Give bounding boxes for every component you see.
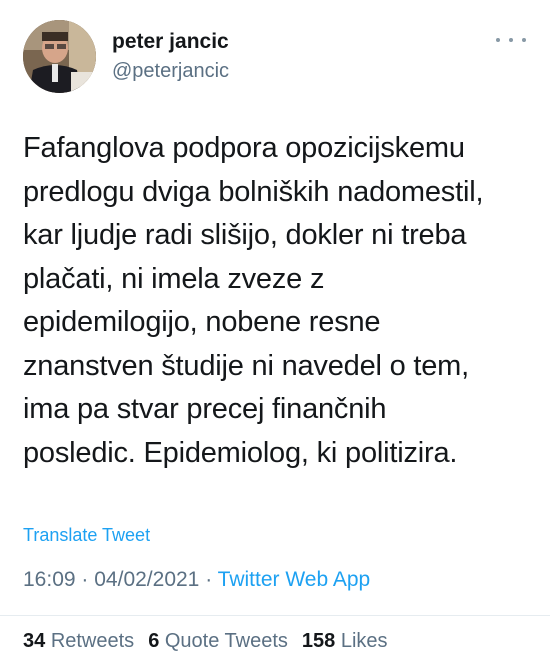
tweet-stats: 34 Retweets 6 Quote Tweets 158 Likes xyxy=(23,630,388,653)
more-dot xyxy=(522,38,526,42)
avatar-photo xyxy=(23,20,96,93)
more-dot xyxy=(509,38,513,42)
tweet-text: Fafanglova podpora opozicijskemu predlog… xyxy=(23,132,484,469)
user-handle[interactable]: @peterjancic xyxy=(112,60,229,83)
likes-stat[interactable]: 158 Likes xyxy=(302,630,388,653)
meta-separator: · xyxy=(81,568,89,591)
tweet-date[interactable]: 04/02/2021 xyxy=(94,568,199,591)
tweet-source-link[interactable]: Twitter Web App xyxy=(218,568,371,591)
retweets-label: Retweets xyxy=(50,630,135,652)
translate-tweet-link[interactable]: Translate Tweet xyxy=(23,525,150,546)
tweet-meta: 16:09 · 04/02/2021 · Twitter Web App xyxy=(23,568,370,592)
likes-label: Likes xyxy=(340,630,388,652)
quote-tweets-stat[interactable]: 6 Quote Tweets xyxy=(148,630,288,653)
likes-count: 158 xyxy=(301,630,336,652)
tweet-card: peter jancic @peterjancic Fafanglova pod… xyxy=(0,0,550,670)
quote-tweets-label: Quote Tweets xyxy=(164,630,288,652)
quote-tweets-count: 6 xyxy=(148,630,160,652)
tweet-time[interactable]: 16:09 xyxy=(23,568,76,591)
display-name[interactable]: peter jancic xyxy=(112,30,229,54)
divider xyxy=(0,615,550,616)
meta-separator: · xyxy=(205,568,213,591)
more-options-icon[interactable] xyxy=(496,28,526,52)
more-dot xyxy=(496,38,500,42)
retweets-count: 34 xyxy=(23,630,46,652)
retweets-stat[interactable]: 34 Retweets xyxy=(23,630,134,653)
avatar[interactable] xyxy=(23,20,96,93)
